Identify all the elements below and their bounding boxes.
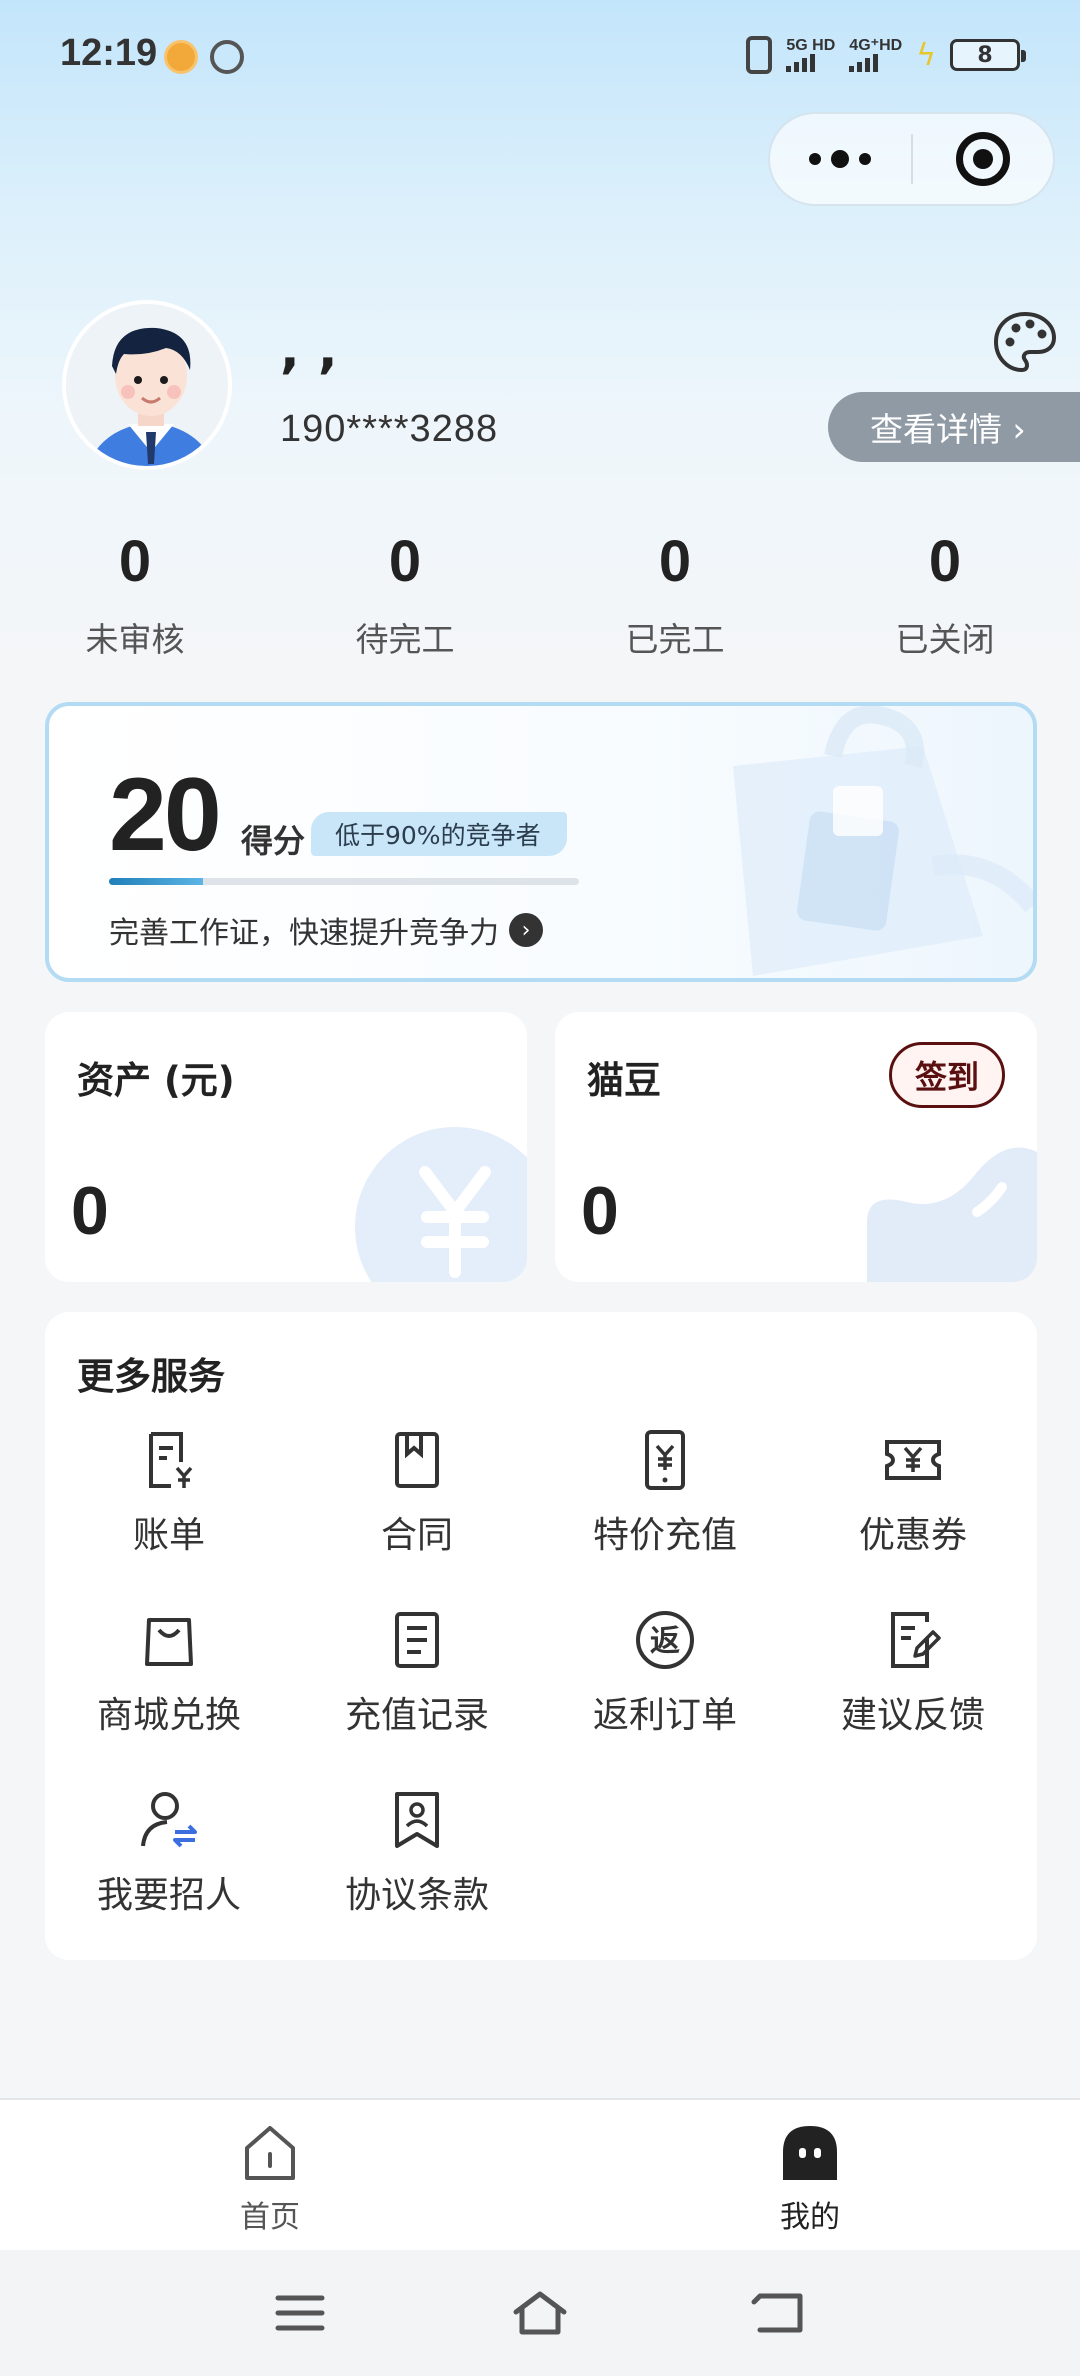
score-tip-text: 完善工作证，快速提升竞争力 xyxy=(109,916,499,951)
beans-value: 0 xyxy=(581,1173,619,1249)
score-progress-fill xyxy=(109,878,203,885)
tab-mine[interactable]: 我的 xyxy=(540,2100,1080,2250)
status-time: 12:19 xyxy=(60,32,158,74)
yen-decoration-icon xyxy=(355,1127,527,1282)
order-stats: 0 未审核 0 待完工 0 已完工 0 已关闭 xyxy=(0,528,1080,661)
menu-icon[interactable] xyxy=(270,2288,330,2338)
beans-card[interactable]: 猫豆 签到 0 xyxy=(555,1012,1037,1282)
score-value: 20 xyxy=(109,757,222,873)
feedback-icon xyxy=(891,1612,941,1668)
assets-title: 资产 (元) xyxy=(77,1059,235,1102)
bottom-tab-bar: 首页 我的 xyxy=(0,2098,1080,2250)
stat-completed[interactable]: 0 已完工 xyxy=(540,528,810,661)
signal-bars-icon xyxy=(786,54,835,72)
phone-recharge-icon xyxy=(645,1430,685,1490)
stat-value: 0 xyxy=(928,529,962,594)
tab-label: 首页 xyxy=(240,2200,300,2235)
miniprogram-capsule xyxy=(768,112,1055,206)
service-recharge-record[interactable]: 充值记录 xyxy=(293,1608,541,1738)
agreement-icon xyxy=(395,1792,439,1848)
assets-value: 0 xyxy=(71,1173,109,1249)
bill-icon xyxy=(149,1432,193,1488)
score-card[interactable]: 20 得分 低于90%的竞争者 完善工作证，快速提升竞争力 › xyxy=(45,702,1037,982)
tab-label: 我的 xyxy=(780,2200,840,2235)
stat-pending[interactable]: 0 待完工 xyxy=(270,528,540,661)
close-miniprogram-button[interactable] xyxy=(913,132,1054,186)
more-services-panel: 更多服务 账单 合同 特价充值 优惠券 商城兑换 充值记录 返 返利订单 建议反… xyxy=(45,1312,1037,1960)
stat-value: 0 xyxy=(388,529,422,594)
stat-value: 0 xyxy=(658,529,692,594)
stat-closed[interactable]: 0 已关闭 xyxy=(810,528,1080,661)
service-recruit[interactable]: 我要招人 xyxy=(45,1788,293,1918)
profile-icon xyxy=(783,2126,837,2180)
record-icon xyxy=(395,1612,439,1668)
service-label: 协议条款 xyxy=(344,1875,489,1916)
rebate-icon: 返 xyxy=(636,1611,694,1669)
home-nav-icon[interactable] xyxy=(510,2288,570,2338)
service-contract[interactable]: 合同 xyxy=(293,1428,541,1558)
charging-icon: ϟ xyxy=(916,37,936,73)
target-icon xyxy=(955,132,1010,186)
contract-icon xyxy=(395,1432,439,1488)
svg-text:返: 返 xyxy=(650,1624,680,1659)
service-phone-recharge[interactable]: 特价充值 xyxy=(541,1428,789,1558)
stat-label: 已关闭 xyxy=(895,620,995,659)
briefcase-decoration-icon xyxy=(733,706,1033,976)
system-nav-bar xyxy=(0,2250,1080,2376)
stat-unreviewed[interactable]: 0 未审核 xyxy=(0,528,270,661)
view-details-button[interactable]: 查看详情 › xyxy=(828,392,1080,462)
stat-label: 已完工 xyxy=(625,620,725,659)
service-label: 商城兑换 xyxy=(96,1695,241,1736)
score-unit: 得分 xyxy=(241,822,306,860)
service-mall-exchange[interactable]: 商城兑换 xyxy=(45,1608,293,1738)
sign-in-button[interactable]: 签到 xyxy=(889,1042,1005,1108)
services-title: 更多服务 xyxy=(77,1355,225,1398)
service-feedback[interactable]: 建议反馈 xyxy=(789,1608,1037,1738)
sim2-label: 4G⁺HD xyxy=(849,37,903,54)
beans-title: 猫豆 xyxy=(587,1059,661,1102)
chevron-right-icon: › xyxy=(509,913,543,947)
stat-value: 0 xyxy=(118,529,152,594)
notification-app-icon xyxy=(164,40,198,74)
stat-label: 未审核 xyxy=(85,620,185,659)
sim2-signal: 4G⁺HD xyxy=(849,38,902,72)
user-nickname: , , xyxy=(280,320,338,380)
user-phone: 190****3288 xyxy=(280,408,499,450)
service-label: 优惠券 xyxy=(858,1515,967,1556)
sim1-label: 5G HD xyxy=(786,37,836,54)
service-label: 充值记录 xyxy=(344,1695,489,1736)
rank-tag: 低于90%的竞争者 xyxy=(311,812,567,856)
sim1-signal: 5G HD xyxy=(786,38,835,72)
bean-decoration-icon xyxy=(867,1147,1037,1282)
service-label: 账单 xyxy=(132,1515,205,1556)
avatar[interactable] xyxy=(62,300,232,470)
more-options-button[interactable] xyxy=(770,150,911,168)
service-label: 返利订单 xyxy=(592,1695,737,1736)
signal-bars-icon xyxy=(849,54,902,72)
service-agreement[interactable]: 协议条款 xyxy=(293,1788,541,1918)
tab-home[interactable]: 首页 xyxy=(0,2100,540,2250)
notification-sync-icon xyxy=(210,40,244,74)
shopping-bag-icon xyxy=(145,1618,193,1666)
coupon-icon xyxy=(885,1440,941,1480)
service-label: 我要招人 xyxy=(96,1875,241,1916)
assets-card[interactable]: 资产 (元) 0 xyxy=(45,1012,527,1282)
status-bar: 12:19 5G HD 4G⁺HD ϟ 8 xyxy=(0,0,1080,115)
home-icon xyxy=(245,2126,295,2180)
status-right: 5G HD 4G⁺HD ϟ 8 xyxy=(746,36,1026,74)
service-label: 特价充值 xyxy=(592,1515,737,1556)
score-tip[interactable]: 完善工作证，快速提升竞争力 › xyxy=(109,908,543,952)
service-coupon[interactable]: 优惠券 xyxy=(789,1428,1037,1558)
vibrate-icon xyxy=(746,36,773,74)
battery-indicator: 8 xyxy=(950,39,1026,71)
score-progress-bar xyxy=(109,878,579,885)
service-label: 合同 xyxy=(380,1515,453,1556)
theme-palette-icon[interactable] xyxy=(992,310,1058,376)
service-label: 建议反馈 xyxy=(840,1695,985,1736)
back-icon[interactable] xyxy=(750,2288,810,2338)
stat-label: 待完工 xyxy=(355,620,455,659)
recruit-icon xyxy=(141,1792,197,1848)
service-rebate-order[interactable]: 返 返利订单 xyxy=(541,1608,789,1738)
service-bill[interactable]: 账单 xyxy=(45,1428,293,1558)
